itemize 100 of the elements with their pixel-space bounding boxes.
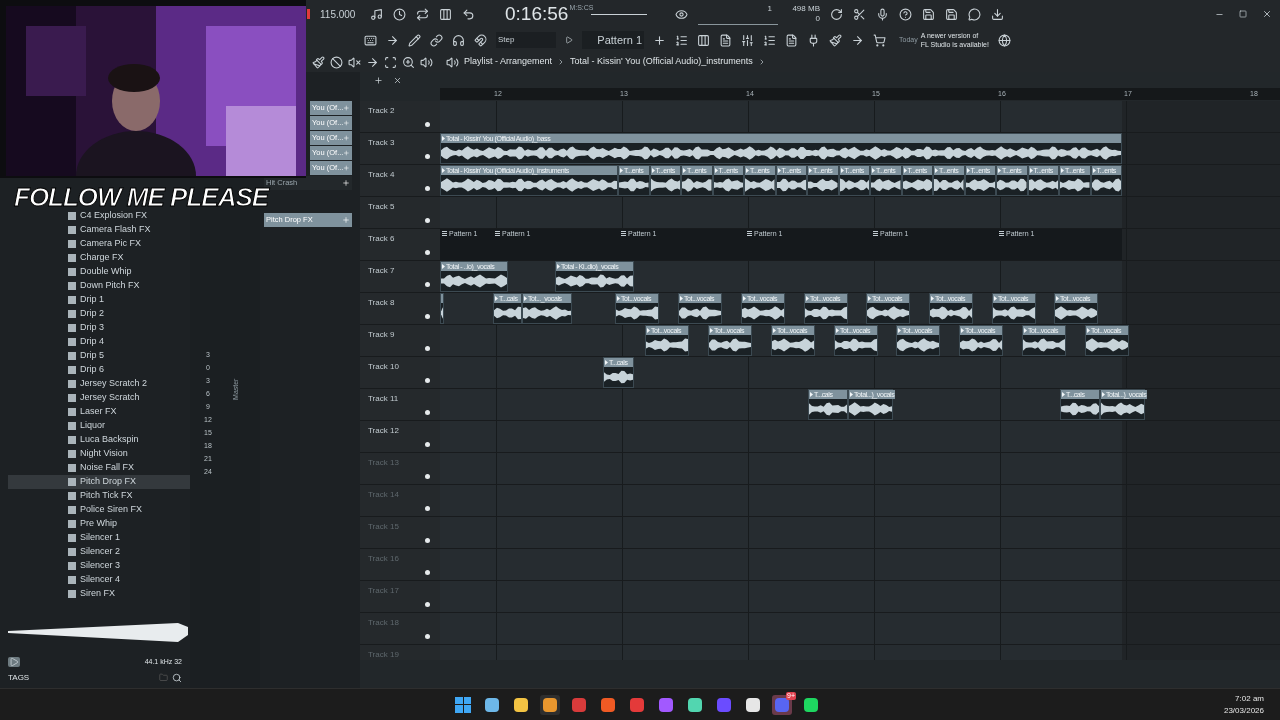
browser-item[interactable]: Down Pitch FX	[0, 279, 190, 293]
link-icon[interactable]	[430, 33, 443, 47]
eye-icon[interactable]	[675, 7, 688, 21]
speaker-icon[interactable]	[420, 55, 433, 69]
mute-led[interactable]	[425, 122, 430, 127]
browser-item[interactable]: Pre Whip	[0, 517, 190, 531]
browser-item[interactable]: Pitch Drop FX	[8, 475, 190, 489]
mute-led[interactable]	[425, 218, 430, 223]
plus-icon[interactable]	[653, 33, 666, 47]
browser-item[interactable]: Silencer 1	[0, 531, 190, 545]
mixer-icon[interactable]	[741, 33, 754, 47]
browser-item[interactable]: Police Siren FX	[0, 503, 190, 517]
add-track-icon[interactable]	[374, 75, 383, 85]
browser-item[interactable]: Drip 6	[0, 363, 190, 377]
browser-item[interactable]: Drip 3	[0, 321, 190, 335]
browser-item[interactable]: Noise Fall FX	[0, 461, 190, 475]
restore-button[interactable]	[1236, 7, 1250, 21]
browser-item[interactable]: C4 Explosion FX	[0, 209, 190, 223]
mute-led[interactable]	[425, 186, 430, 191]
zoom-icon[interactable]	[402, 55, 415, 69]
browser-item[interactable]: Night Vision	[0, 447, 190, 461]
mute-led[interactable]	[425, 154, 430, 159]
speaker-off-icon[interactable]	[348, 55, 361, 69]
tempo-display[interactable]: 115.000	[320, 6, 360, 22]
browser-item[interactable]: Pitch Tick FX	[0, 489, 190, 503]
globe-icon[interactable]	[997, 33, 1011, 47]
browser-item[interactable]: Charge FX	[0, 251, 190, 265]
play-icon	[710, 328, 713, 333]
mute-led[interactable]	[425, 378, 430, 383]
metronome-icon[interactable]	[370, 7, 383, 21]
mute-led[interactable]	[425, 410, 430, 415]
save-icon[interactable]	[945, 7, 958, 21]
browser-item[interactable]: Luca Backspin	[0, 433, 190, 447]
speaker-icon[interactable]	[446, 55, 459, 69]
browser-item[interactable]: Drip 2	[0, 307, 190, 321]
browser-item[interactable]: Silencer 3	[0, 559, 190, 573]
browser-item[interactable]: Silencer 4	[0, 573, 190, 587]
file-icon[interactable]	[785, 33, 798, 47]
pencil-icon[interactable]	[408, 33, 421, 47]
play-icon	[836, 328, 839, 333]
close-icon[interactable]	[393, 75, 402, 85]
plug-icon[interactable]	[807, 33, 820, 47]
help-icon[interactable]	[899, 7, 912, 21]
refresh-icon[interactable]	[830, 7, 843, 21]
wait-icon[interactable]	[393, 7, 406, 21]
select-icon[interactable]	[384, 55, 397, 69]
mute-icon[interactable]	[330, 55, 343, 69]
browser-item[interactable]: Double Whip	[0, 265, 190, 279]
tree-icon[interactable]	[763, 33, 776, 47]
chat-icon[interactable]	[968, 7, 981, 21]
slip-icon[interactable]	[366, 55, 379, 69]
breadcrumb-item[interactable]: Total - Kissin' You (Official Audio)_instruments	[570, 55, 753, 69]
pointer-icon[interactable]	[851, 33, 864, 47]
snap-dropdown[interactable]: Step	[496, 32, 556, 48]
play-icon[interactable]	[565, 36, 573, 44]
document-icon[interactable]	[719, 33, 732, 47]
mute-led[interactable]	[425, 282, 430, 287]
browser-item[interactable]: Camera Pic FX	[0, 237, 190, 251]
loop-icon[interactable]	[416, 7, 429, 21]
search-icon[interactable]	[172, 672, 182, 683]
mute-led[interactable]	[425, 602, 430, 607]
browser-item[interactable]: Jersey Scratch 2	[0, 377, 190, 391]
browser-item[interactable]: Drip 4	[0, 335, 190, 349]
waveform-drawing	[523, 303, 571, 323]
arrow-icon[interactable]	[386, 33, 399, 47]
browser-item[interactable]: Laser FX	[0, 405, 190, 419]
magnet-icon[interactable]	[474, 33, 487, 47]
mute-led[interactable]	[425, 506, 430, 511]
browser-item[interactable]: Silencer 2	[0, 545, 190, 559]
browser-item[interactable]: Liquor	[0, 419, 190, 433]
scissors-icon[interactable]	[853, 7, 866, 21]
microphone-icon[interactable]	[876, 7, 889, 21]
item-label: Camera Pic FX	[80, 237, 141, 251]
browser-item[interactable]: Drip 5	[0, 349, 190, 363]
taskbar-app-button[interactable]	[540, 694, 560, 715]
play-icon[interactable]	[8, 657, 20, 668]
download-icon[interactable]	[991, 7, 1004, 21]
pattern-selector[interactable]: Pattern 1	[582, 31, 644, 49]
mute-led[interactable]	[425, 538, 430, 543]
browser-item[interactable]: Camera Flash FX	[0, 223, 190, 237]
play-icon	[810, 392, 813, 397]
mute-led[interactable]	[425, 346, 430, 351]
mute-led[interactable]	[425, 634, 430, 639]
undo-icon[interactable]	[462, 7, 475, 21]
mute-led[interactable]	[425, 314, 430, 319]
mute-led[interactable]	[425, 442, 430, 447]
mute-led[interactable]	[425, 250, 430, 255]
start-button[interactable]	[453, 694, 473, 715]
browser-item[interactable]: Siren FX	[0, 587, 190, 601]
headphones-icon[interactable]	[452, 33, 465, 47]
paint-icon[interactable]	[312, 55, 325, 69]
playlist-icon[interactable]	[675, 33, 688, 47]
browser-item[interactable]: Drip 1	[0, 293, 190, 307]
browser-item[interactable]: Jersey Scratch	[0, 391, 190, 405]
mute-led[interactable]	[425, 474, 430, 479]
cart-icon[interactable]	[873, 33, 886, 47]
mute-led[interactable]	[425, 570, 430, 575]
brush-icon[interactable]	[829, 33, 842, 47]
keyboard-icon[interactable]	[364, 33, 377, 47]
save-icon[interactable]	[922, 7, 935, 21]
